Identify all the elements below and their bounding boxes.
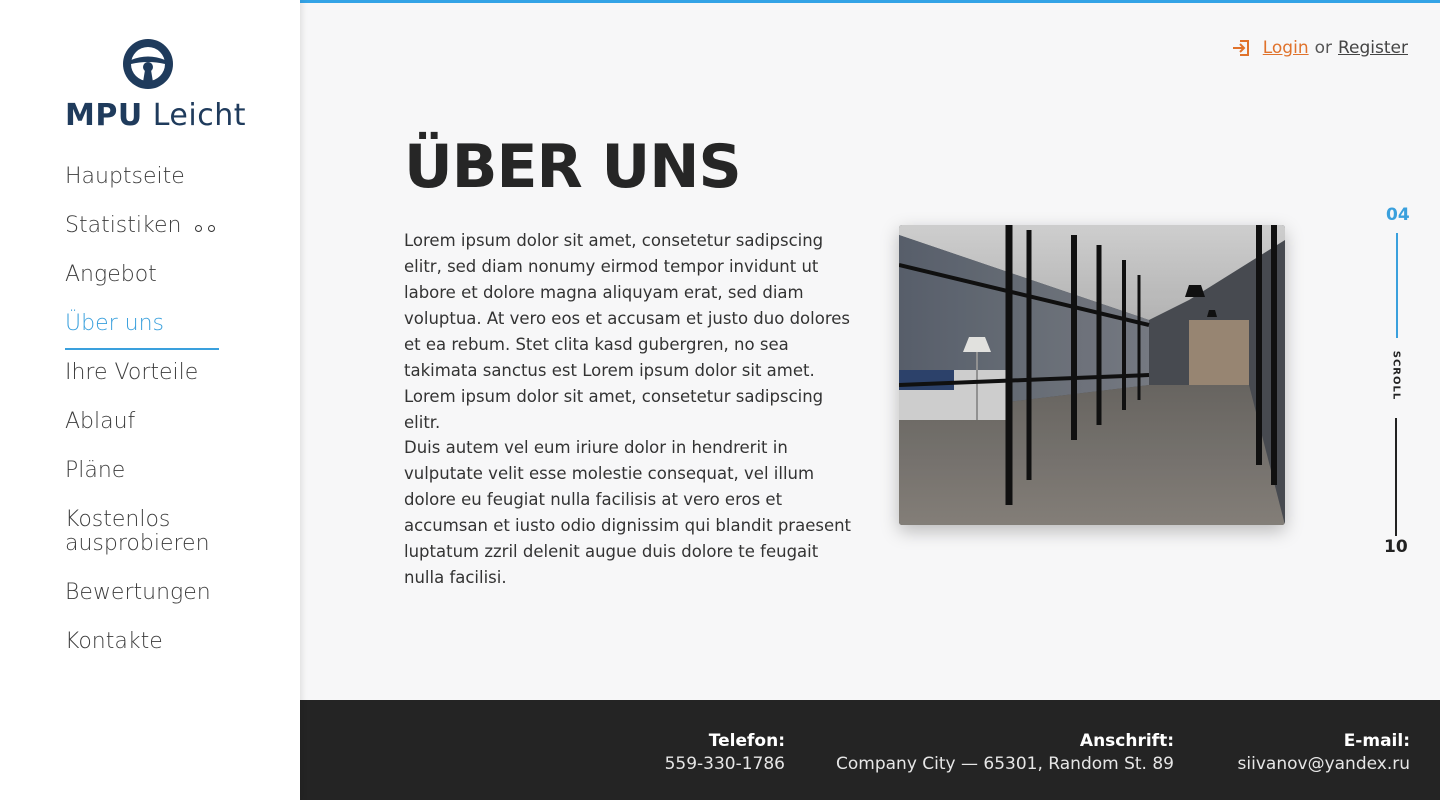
login-icon[interactable] bbox=[1231, 38, 1251, 58]
footer: Telefon: 559-330-1786 Anschrift: Company… bbox=[300, 700, 1440, 800]
page-title: ÜBER UNS bbox=[404, 132, 742, 202]
brand-name-bold: MPU bbox=[65, 98, 143, 133]
nav-item-label: Kontakte bbox=[65, 629, 163, 654]
footer-address-label: Anschrift: bbox=[1079, 731, 1174, 751]
about-paragraph-1: Lorem ipsum dolor sit amet, consetetur s… bbox=[404, 231, 850, 432]
brand-name-regular: Leicht bbox=[152, 98, 246, 133]
nav-item-ablauf[interactable]: Ablauf bbox=[65, 410, 265, 434]
nav-item-ueber-uns[interactable]: Über uns bbox=[65, 311, 265, 350]
footer-address: Anschrift: Company City — 65301, Random … bbox=[836, 730, 1174, 776]
scroll-current-section: 04 bbox=[1386, 205, 1410, 225]
steering-wheel-icon bbox=[123, 39, 173, 89]
nav-item-label: Bewertungen bbox=[65, 580, 211, 605]
auth-separator: or bbox=[1314, 38, 1332, 58]
submenu-dots-icon bbox=[195, 214, 221, 238]
footer-email-label: E-mail: bbox=[1343, 731, 1410, 751]
nav-item-angebot[interactable]: Angebot bbox=[65, 263, 265, 287]
nav-item-statistiken[interactable]: Statistiken bbox=[65, 214, 265, 238]
nav-item-label: Angebot bbox=[65, 262, 157, 287]
about-paragraph-2: Duis autem vel eum iriure dolor in hendr… bbox=[404, 438, 852, 587]
login-link[interactable]: Login bbox=[1263, 38, 1309, 58]
footer-phone-label: Telefon: bbox=[708, 731, 785, 751]
nav-item-label: Hauptseite bbox=[65, 164, 185, 189]
nav-item-bewertungen[interactable]: Bewertungen bbox=[65, 581, 265, 605]
nav-item-kontakte[interactable]: Kontakte bbox=[65, 630, 265, 654]
auth-links: Login or Register bbox=[1231, 38, 1408, 58]
nav-item-plaene[interactable]: Pläne bbox=[65, 459, 265, 483]
nav-item-label: Pläne bbox=[65, 458, 126, 483]
footer-email: E-mail: siivanov@yandex.ru bbox=[1238, 730, 1410, 776]
sidebar: MPU Leicht Hauptseite Statistiken Angebo… bbox=[0, 0, 300, 800]
nav-item-label: Ihre Vorteile bbox=[65, 360, 199, 385]
footer-email-value[interactable]: siivanov@yandex.ru bbox=[1238, 752, 1410, 776]
top-accent-line bbox=[300, 0, 1440, 3]
footer-phone-value[interactable]: 559-330-1786 bbox=[665, 752, 785, 776]
nav-item-label: Statistiken bbox=[65, 213, 182, 238]
scroll-track-line bbox=[1395, 418, 1397, 536]
nav-item-label: Ablauf bbox=[65, 409, 136, 434]
nav-item-ihre-vorteile[interactable]: Ihre Vorteile bbox=[65, 361, 265, 385]
footer-address-value: Company City — 65301, Random St. 89 bbox=[836, 754, 1174, 774]
nav-item-kostenlos-ausprobieren[interactable]: Kostenlos ausprobieren bbox=[65, 508, 265, 556]
office-corridor-image bbox=[899, 225, 1285, 525]
office-photo bbox=[899, 225, 1285, 525]
scroll-total-sections: 10 bbox=[1384, 537, 1408, 557]
register-link[interactable]: Register bbox=[1338, 38, 1408, 58]
scroll-label[interactable]: SCROLL bbox=[1391, 350, 1402, 402]
nav-item-label: Kostenlos ausprobieren bbox=[65, 507, 210, 556]
nav-item-label: Über uns bbox=[65, 311, 164, 336]
main-nav: Hauptseite Statistiken Angebot Über uns … bbox=[65, 165, 265, 679]
brand-name: MPU Leicht bbox=[65, 98, 246, 133]
scroll-progress-line bbox=[1396, 233, 1398, 338]
footer-phone: Telefon: 559-330-1786 bbox=[665, 730, 785, 776]
nav-item-hauptseite[interactable]: Hauptseite bbox=[65, 165, 265, 189]
